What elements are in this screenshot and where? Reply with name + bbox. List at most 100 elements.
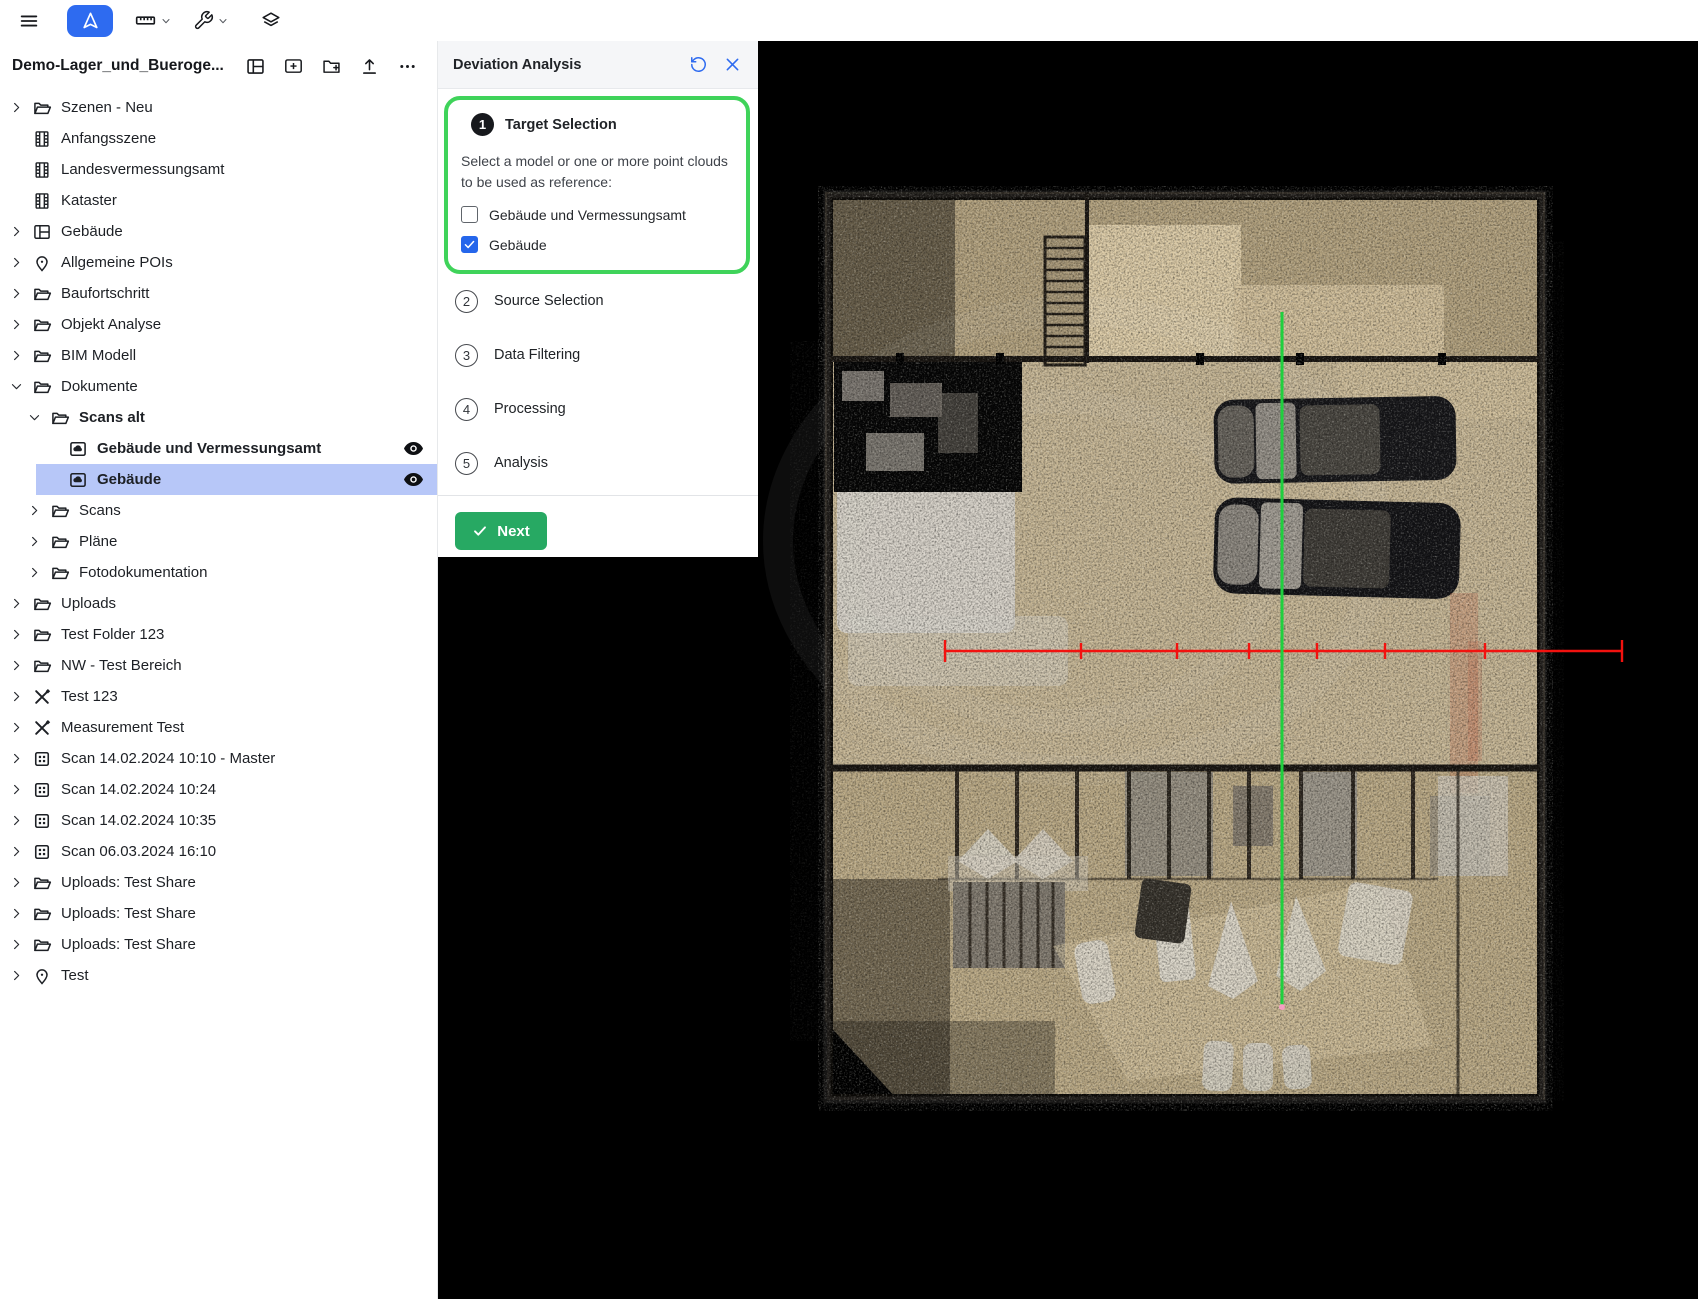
step-1-header[interactable]: 1 Target Selection bbox=[458, 113, 736, 136]
tree-item-label: Gebäude bbox=[61, 223, 123, 240]
chevron-icon[interactable] bbox=[10, 659, 23, 672]
folder-icon bbox=[32, 377, 52, 397]
wizard-step[interactable]: 4 Processing bbox=[444, 382, 750, 436]
chevron-icon[interactable] bbox=[10, 256, 23, 269]
tree-item[interactable]: Scan 14.02.2024 10:35 bbox=[0, 805, 437, 836]
tree-item-label: Szenen - Neu bbox=[61, 99, 153, 116]
tree-item-label: Gebäude und Vermessungsamt bbox=[97, 440, 321, 457]
step-number-badge: 3 bbox=[455, 344, 478, 367]
tree-item[interactable]: Baufortschritt bbox=[0, 278, 437, 309]
chevron-icon[interactable] bbox=[10, 938, 23, 951]
folder-icon bbox=[32, 935, 52, 955]
chevron-icon[interactable] bbox=[10, 907, 23, 920]
chevron-icon[interactable] bbox=[10, 752, 23, 765]
tree-item-label: Uploads: Test Share bbox=[61, 874, 196, 891]
chevron-icon[interactable] bbox=[10, 628, 23, 641]
tree-item[interactable]: Scans alt bbox=[0, 402, 437, 433]
checkbox-checked[interactable] bbox=[461, 236, 478, 253]
tree-item[interactable]: Gebäude bbox=[0, 464, 437, 495]
tree-item[interactable]: Gebäude und Vermessungsamt bbox=[0, 433, 437, 464]
tree-item[interactable]: Scan 14.02.2024 10:10 - Master bbox=[0, 743, 437, 774]
chevron-icon[interactable] bbox=[10, 597, 23, 610]
chevron-icon[interactable] bbox=[10, 318, 23, 331]
sidebar-header: Demo-Lager_und_Bueroge... bbox=[0, 41, 437, 91]
tree-item-label: Scan 14.02.2024 10:24 bbox=[61, 781, 216, 798]
tree-item[interactable]: Objekt Analyse bbox=[0, 309, 437, 340]
chevron-icon[interactable] bbox=[10, 690, 23, 703]
tree-item[interactable]: Test Folder 123 bbox=[0, 619, 437, 650]
tree-item[interactable]: Test bbox=[0, 960, 437, 991]
tree-item[interactable]: Kataster bbox=[0, 185, 437, 216]
layout-icon[interactable] bbox=[245, 56, 266, 77]
next-button[interactable]: Next bbox=[455, 512, 547, 550]
chevron-icon[interactable] bbox=[28, 411, 41, 424]
tree-item[interactable]: Gebäude bbox=[0, 216, 437, 247]
measure-icon bbox=[32, 718, 52, 738]
step-label: Target Selection bbox=[505, 117, 617, 133]
step-number-badge: 4 bbox=[455, 398, 478, 421]
chevron-icon[interactable] bbox=[10, 845, 23, 858]
tree-item-label: Scans alt bbox=[79, 409, 145, 426]
add-scene-icon[interactable] bbox=[283, 56, 304, 77]
chevron-icon[interactable] bbox=[10, 287, 23, 300]
tree-item-label: Anfangsszene bbox=[61, 130, 156, 147]
wizard-step[interactable]: 3 Data Filtering bbox=[444, 328, 750, 382]
tree-item[interactable]: Uploads bbox=[0, 588, 437, 619]
step-label: Source Selection bbox=[494, 293, 604, 309]
tree-item-label: Test 123 bbox=[61, 688, 118, 705]
checkbox-unchecked[interactable] bbox=[461, 206, 478, 223]
tools-button[interactable] bbox=[193, 10, 229, 31]
tree-item[interactable]: Scan 14.02.2024 10:24 bbox=[0, 774, 437, 805]
measure-tool-button[interactable] bbox=[134, 9, 172, 32]
tree-item[interactable]: Scans bbox=[0, 495, 437, 526]
tree-item[interactable]: Uploads: Test Share bbox=[0, 929, 437, 960]
tree-item[interactable]: NW - Test Bereich bbox=[0, 650, 437, 681]
close-icon[interactable] bbox=[723, 55, 742, 74]
menu-button[interactable] bbox=[14, 6, 44, 36]
chevron-icon[interactable] bbox=[28, 566, 41, 579]
chevron-icon[interactable] bbox=[10, 814, 23, 827]
scan-icon bbox=[32, 842, 52, 862]
tree-item[interactable]: Szenen - Neu bbox=[0, 92, 437, 123]
chevron-icon[interactable] bbox=[10, 876, 23, 889]
chevron-icon[interactable] bbox=[10, 721, 23, 734]
chevron-icon[interactable] bbox=[10, 969, 23, 982]
wizard-step[interactable]: 5 Analysis bbox=[444, 436, 750, 490]
wizard-step[interactable]: 2 Source Selection bbox=[444, 274, 750, 328]
tree-item[interactable]: Test 123 bbox=[0, 681, 437, 712]
tree-item[interactable]: BIM Modell bbox=[0, 340, 437, 371]
tree-item[interactable]: Uploads: Test Share bbox=[0, 898, 437, 929]
panel-body: 1 Target Selection Select a model or one… bbox=[438, 89, 758, 550]
tree-item[interactable]: Anfangsszene bbox=[0, 123, 437, 154]
panel-header: Deviation Analysis bbox=[438, 41, 758, 89]
layers-button[interactable] bbox=[260, 10, 282, 32]
tree-item[interactable]: Scan 06.03.2024 16:10 bbox=[0, 836, 437, 867]
visibility-eye-icon[interactable] bbox=[402, 437, 425, 460]
more-icon[interactable] bbox=[397, 56, 418, 77]
tree-item-label: Uploads bbox=[61, 595, 116, 612]
folder-icon bbox=[32, 594, 52, 614]
tree-item[interactable]: Measurement Test bbox=[0, 712, 437, 743]
tree-item[interactable]: Allgemeine POIs bbox=[0, 247, 437, 278]
chevron-icon[interactable] bbox=[10, 101, 23, 114]
tree-item[interactable]: Pläne bbox=[0, 526, 437, 557]
navigate-tool-button[interactable] bbox=[67, 5, 113, 37]
tree-item-label: Measurement Test bbox=[61, 719, 184, 736]
chevron-icon[interactable] bbox=[10, 783, 23, 796]
chevron-icon[interactable] bbox=[10, 380, 23, 393]
chevron-icon[interactable] bbox=[10, 225, 23, 238]
visibility-eye-icon[interactable] bbox=[402, 468, 425, 491]
add-folder-icon[interactable] bbox=[321, 56, 342, 77]
upload-icon[interactable] bbox=[359, 56, 380, 77]
tree-item[interactable]: Dokumente bbox=[0, 371, 437, 402]
tree-item[interactable]: Landesvermessungsamt bbox=[0, 154, 437, 185]
chevron-icon[interactable] bbox=[28, 535, 41, 548]
step-label: Data Filtering bbox=[494, 347, 580, 363]
tree-item[interactable]: Fotodokumentation bbox=[0, 557, 437, 588]
chevron-icon[interactable] bbox=[10, 349, 23, 362]
refresh-icon[interactable] bbox=[689, 55, 708, 74]
chevron-icon[interactable] bbox=[28, 504, 41, 517]
tree-item[interactable]: Uploads: Test Share bbox=[0, 867, 437, 898]
reference-option-row: Gebäude und Vermessungsamt bbox=[461, 206, 736, 223]
folder-icon bbox=[50, 501, 70, 521]
